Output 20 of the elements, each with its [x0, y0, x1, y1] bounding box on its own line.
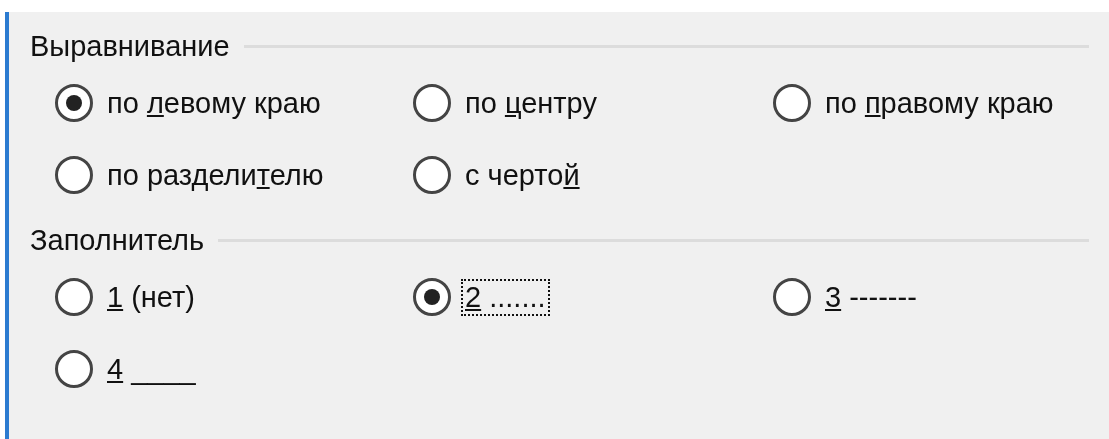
- radio-button[interactable]: [55, 84, 93, 122]
- radio-label[interactable]: 3 -------: [821, 278, 921, 316]
- radio-button[interactable]: [55, 156, 93, 194]
- radio-label[interactable]: 2 .......: [461, 278, 550, 316]
- group-title: Заполнитель: [30, 223, 205, 257]
- group-title: Выравнивание: [30, 29, 230, 63]
- radio-button[interactable]: [773, 84, 811, 122]
- radio-label[interactable]: 4 ____: [103, 350, 200, 388]
- radio-label[interactable]: по правому краю: [821, 84, 1058, 122]
- radio-label[interactable]: с чертой: [461, 156, 584, 194]
- radio-button[interactable]: [413, 156, 451, 194]
- radio-label[interactable]: 1 (нет): [103, 278, 199, 316]
- radio-label[interactable]: по левому краю: [103, 84, 325, 122]
- radio-button[interactable]: [413, 278, 451, 316]
- radio-button[interactable]: [413, 84, 451, 122]
- radio-button[interactable]: [55, 350, 93, 388]
- radio-label[interactable]: по разделителю: [103, 156, 328, 194]
- radio-button[interactable]: [773, 278, 811, 316]
- radio-label[interactable]: по центру: [461, 84, 601, 122]
- radio-button[interactable]: [55, 278, 93, 316]
